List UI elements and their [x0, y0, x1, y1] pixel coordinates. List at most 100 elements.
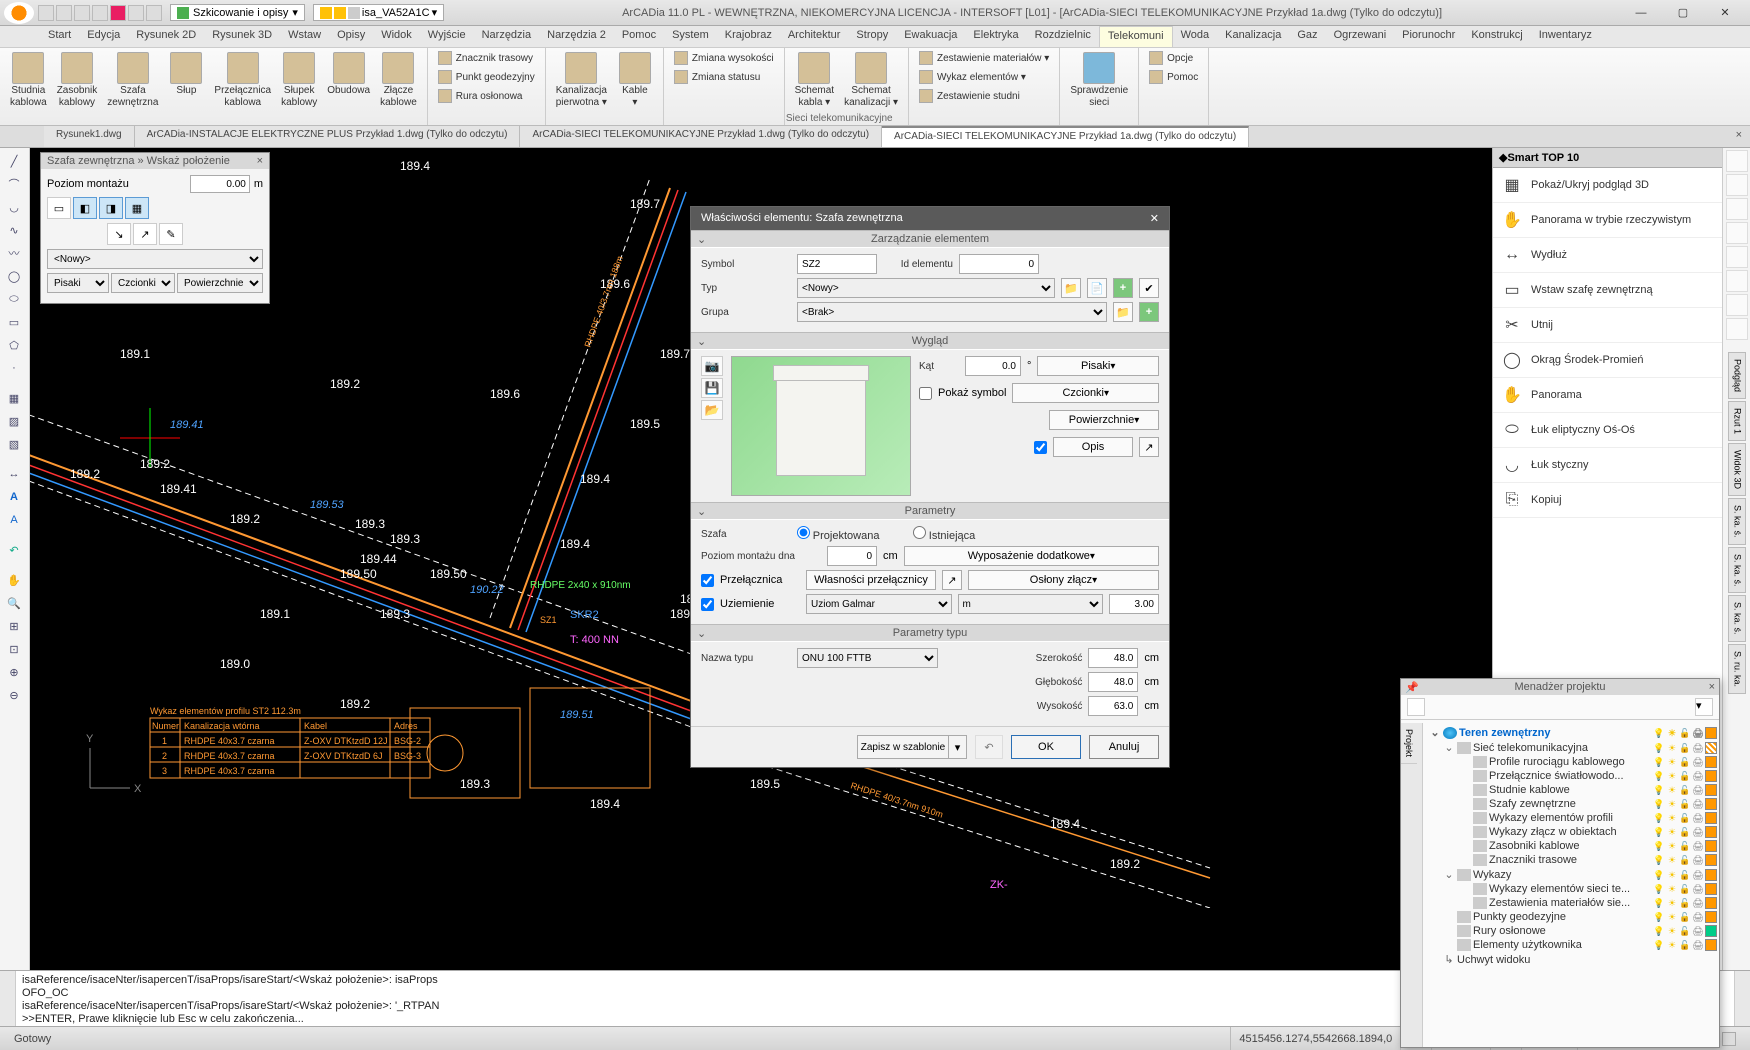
ground-val[interactable]	[1109, 594, 1159, 614]
equip-btn[interactable]: Wyposażenie dodatkowe ▾	[904, 546, 1159, 566]
pv-save[interactable]: 💾	[701, 378, 723, 398]
tool-rect[interactable]: ▭	[2, 311, 26, 333]
ribbon-button[interactable]: Słupekkablowy	[277, 50, 321, 110]
smart-item[interactable]: ▭Wstaw szafę zewnętrzną	[1493, 273, 1722, 308]
ribbon-button[interactable]: Słup	[164, 50, 208, 98]
ribbon-tab[interactable]: Kanalizacja	[1217, 26, 1289, 47]
ground-cb[interactable]	[701, 598, 714, 611]
ribbon-tab[interactable]: Konstrukcj	[1463, 26, 1530, 47]
type-add[interactable]: +	[1113, 278, 1133, 298]
tool-boundary[interactable]: ▧	[2, 433, 26, 455]
tree-node[interactable]: ↳Uchwyt widoku	[1425, 952, 1717, 967]
pens-dd[interactable]: Pisaki	[47, 273, 109, 293]
patch-cb[interactable]	[701, 574, 714, 587]
vtab-s3[interactable]: S. ka. ś.	[1728, 595, 1746, 642]
propdlg-close[interactable]: ✕	[1150, 212, 1159, 225]
tree-node[interactable]: Punkty geodezyjne 💡☀🔓🖨	[1425, 910, 1717, 924]
ribbon-tab[interactable]: Edycja	[79, 26, 128, 47]
layer-field[interactable]: isa_VA52A1C ▾	[313, 4, 444, 21]
smart-item[interactable]: ⎘Kopiuj	[1493, 483, 1722, 518]
tool-dim[interactable]: ↔	[2, 463, 26, 485]
tool-pan[interactable]: ✋	[2, 569, 26, 591]
fonts-dd[interactable]: Czcionki	[111, 273, 175, 293]
undo-button[interactable]: ↶	[975, 735, 1003, 759]
group-btn[interactable]: 📁	[1113, 302, 1133, 322]
surf-btn[interactable]: Powierzchnie ▾	[1049, 410, 1159, 430]
tool-point[interactable]: ·	[2, 357, 26, 379]
tool-zoom-ext[interactable]: ⊡	[2, 638, 26, 660]
doc-tab-close[interactable]: ×	[1728, 126, 1750, 147]
tree-node[interactable]: Zasobniki kablowe 💡☀🔓🖨	[1425, 839, 1717, 853]
fonts-btn[interactable]: Czcionki ▾	[1012, 383, 1159, 403]
sketch-dropdown[interactable]: Szkicowanie i opisy ▾	[170, 4, 305, 21]
ribbon-tab[interactable]: Opisy	[329, 26, 373, 47]
pm-tree[interactable]: ⌄Teren zewnętrzny 💡☀🔓🖨⌄Sieć telekomunika…	[1423, 723, 1719, 1047]
level-input[interactable]	[190, 175, 250, 193]
ribbon-tab[interactable]: Ogrzewani	[1326, 26, 1395, 47]
ribbon-tab[interactable]: Krajobraz	[717, 26, 780, 47]
ribbon-tab[interactable]: System	[664, 26, 717, 47]
ribbon-tab[interactable]: Ewakuacja	[896, 26, 965, 47]
ribbon-tab[interactable]: Wstaw	[280, 26, 329, 47]
ribbon-button[interactable]: Obudowa	[323, 50, 374, 98]
tree-node[interactable]: Wykazy złącz w obiektach 💡☀🔓🖨	[1425, 825, 1717, 839]
ribbon-button[interactable]: Kanalizacjapierwotna ▾	[552, 50, 611, 110]
rt-icon[interactable]	[1726, 270, 1748, 292]
qat-icon[interactable]	[128, 5, 144, 21]
ribbon-small[interactable]: Znacznik trasowy	[434, 50, 537, 66]
pv-cam[interactable]: 📷	[701, 356, 723, 376]
ref-icon-5[interactable]: ↘	[107, 223, 131, 245]
smart-item[interactable]: ✂Utnij	[1493, 308, 1722, 343]
style-select[interactable]: <Nowy>	[47, 249, 263, 269]
ribbon-tab[interactable]: Rysunek 2D	[128, 26, 204, 47]
tool-mtext[interactable]: A	[2, 509, 26, 531]
tree-node[interactable]: Wykazy elementów profili 💡☀🔓🖨	[1425, 811, 1717, 825]
ribbon-small[interactable]: Zmiana wysokości	[670, 50, 778, 66]
ribbon-tab[interactable]: Piorunochr	[1394, 26, 1463, 47]
doc-tab[interactable]: Rysunek1.dwg	[44, 126, 135, 147]
ribbon-tab[interactable]: Wyjście	[420, 26, 474, 47]
ribbon-tab[interactable]: Telekomuni	[1099, 26, 1173, 47]
id-input[interactable]	[959, 254, 1039, 274]
tree-node[interactable]: Znaczniki trasowe 💡☀🔓🖨	[1425, 853, 1717, 867]
group-select[interactable]: <Brak>	[797, 302, 1107, 322]
tool-ellipse[interactable]: ⬭	[2, 288, 26, 310]
ground-select[interactable]: Uziom Galmar	[806, 594, 952, 614]
ribbon-tab[interactable]: Rozdzielnic	[1027, 26, 1099, 47]
ribbon-tab[interactable]: Narzędzia 2	[539, 26, 614, 47]
height-input[interactable]	[1088, 696, 1138, 716]
tree-node[interactable]: ⌄Teren zewnętrzny 💡☀🔓🖨	[1425, 725, 1717, 740]
patch-btn[interactable]: Własności przełącznicy	[806, 570, 936, 590]
tool-zoom-win[interactable]: ⊞	[2, 615, 26, 637]
ribbon-button[interactable]: Kable▾	[613, 50, 657, 110]
ref-icon-3[interactable]: ◨	[99, 197, 123, 219]
tool-zoom-in[interactable]: ⊕	[2, 661, 26, 683]
ribbon-button[interactable]: Sprawdzeniesieci	[1066, 50, 1132, 110]
ribbon-button[interactable]: Szafazewnętrzna	[103, 50, 162, 110]
group-add[interactable]: +	[1139, 302, 1159, 322]
ribbon-button[interactable]: Schematkabla ▾	[791, 50, 838, 110]
ribbon-button[interactable]: Przełącznicakablowa	[210, 50, 275, 110]
surf-dd[interactable]: Powierzchnie	[177, 273, 263, 293]
qat-icon[interactable]	[146, 5, 162, 21]
symbol-input[interactable]	[797, 254, 877, 274]
qat-icon[interactable]	[92, 5, 108, 21]
ribbon-tab[interactable]: Woda	[1173, 26, 1218, 47]
angle-input[interactable]	[965, 356, 1021, 376]
pens-btn[interactable]: Pisaki ▾	[1037, 356, 1159, 376]
ref-icon-4[interactable]: ▦	[125, 197, 149, 219]
show-symbol-cb[interactable]	[919, 387, 932, 400]
patch-launch[interactable]: ↗	[942, 570, 962, 590]
smart-item[interactable]: ◯Okrąg Środek-Promień	[1493, 343, 1722, 378]
drawing-canvas[interactable]: Y X 189.4 189.7 189.6 189.7 189.6 189.2 …	[30, 148, 1492, 992]
ref-icon-2[interactable]: ◧	[73, 197, 97, 219]
type-btn2[interactable]: 📄	[1087, 278, 1107, 298]
type-check[interactable]: ✔	[1139, 278, 1159, 298]
covers-btn[interactable]: Osłony złącz ▾	[968, 570, 1159, 590]
qat-icon[interactable]	[38, 5, 54, 21]
ribbon-tab[interactable]: Pomoc	[614, 26, 664, 47]
doc-tab[interactable]: ArCADia-SIECI TELEKOMUNIKACYJNE Przykład…	[520, 126, 882, 147]
ribbon-small[interactable]: Punkt geodezyjny	[434, 69, 539, 85]
tool-spline[interactable]: ∿	[2, 219, 26, 241]
ribbon-button[interactable]: Studniakablowa	[6, 50, 51, 110]
